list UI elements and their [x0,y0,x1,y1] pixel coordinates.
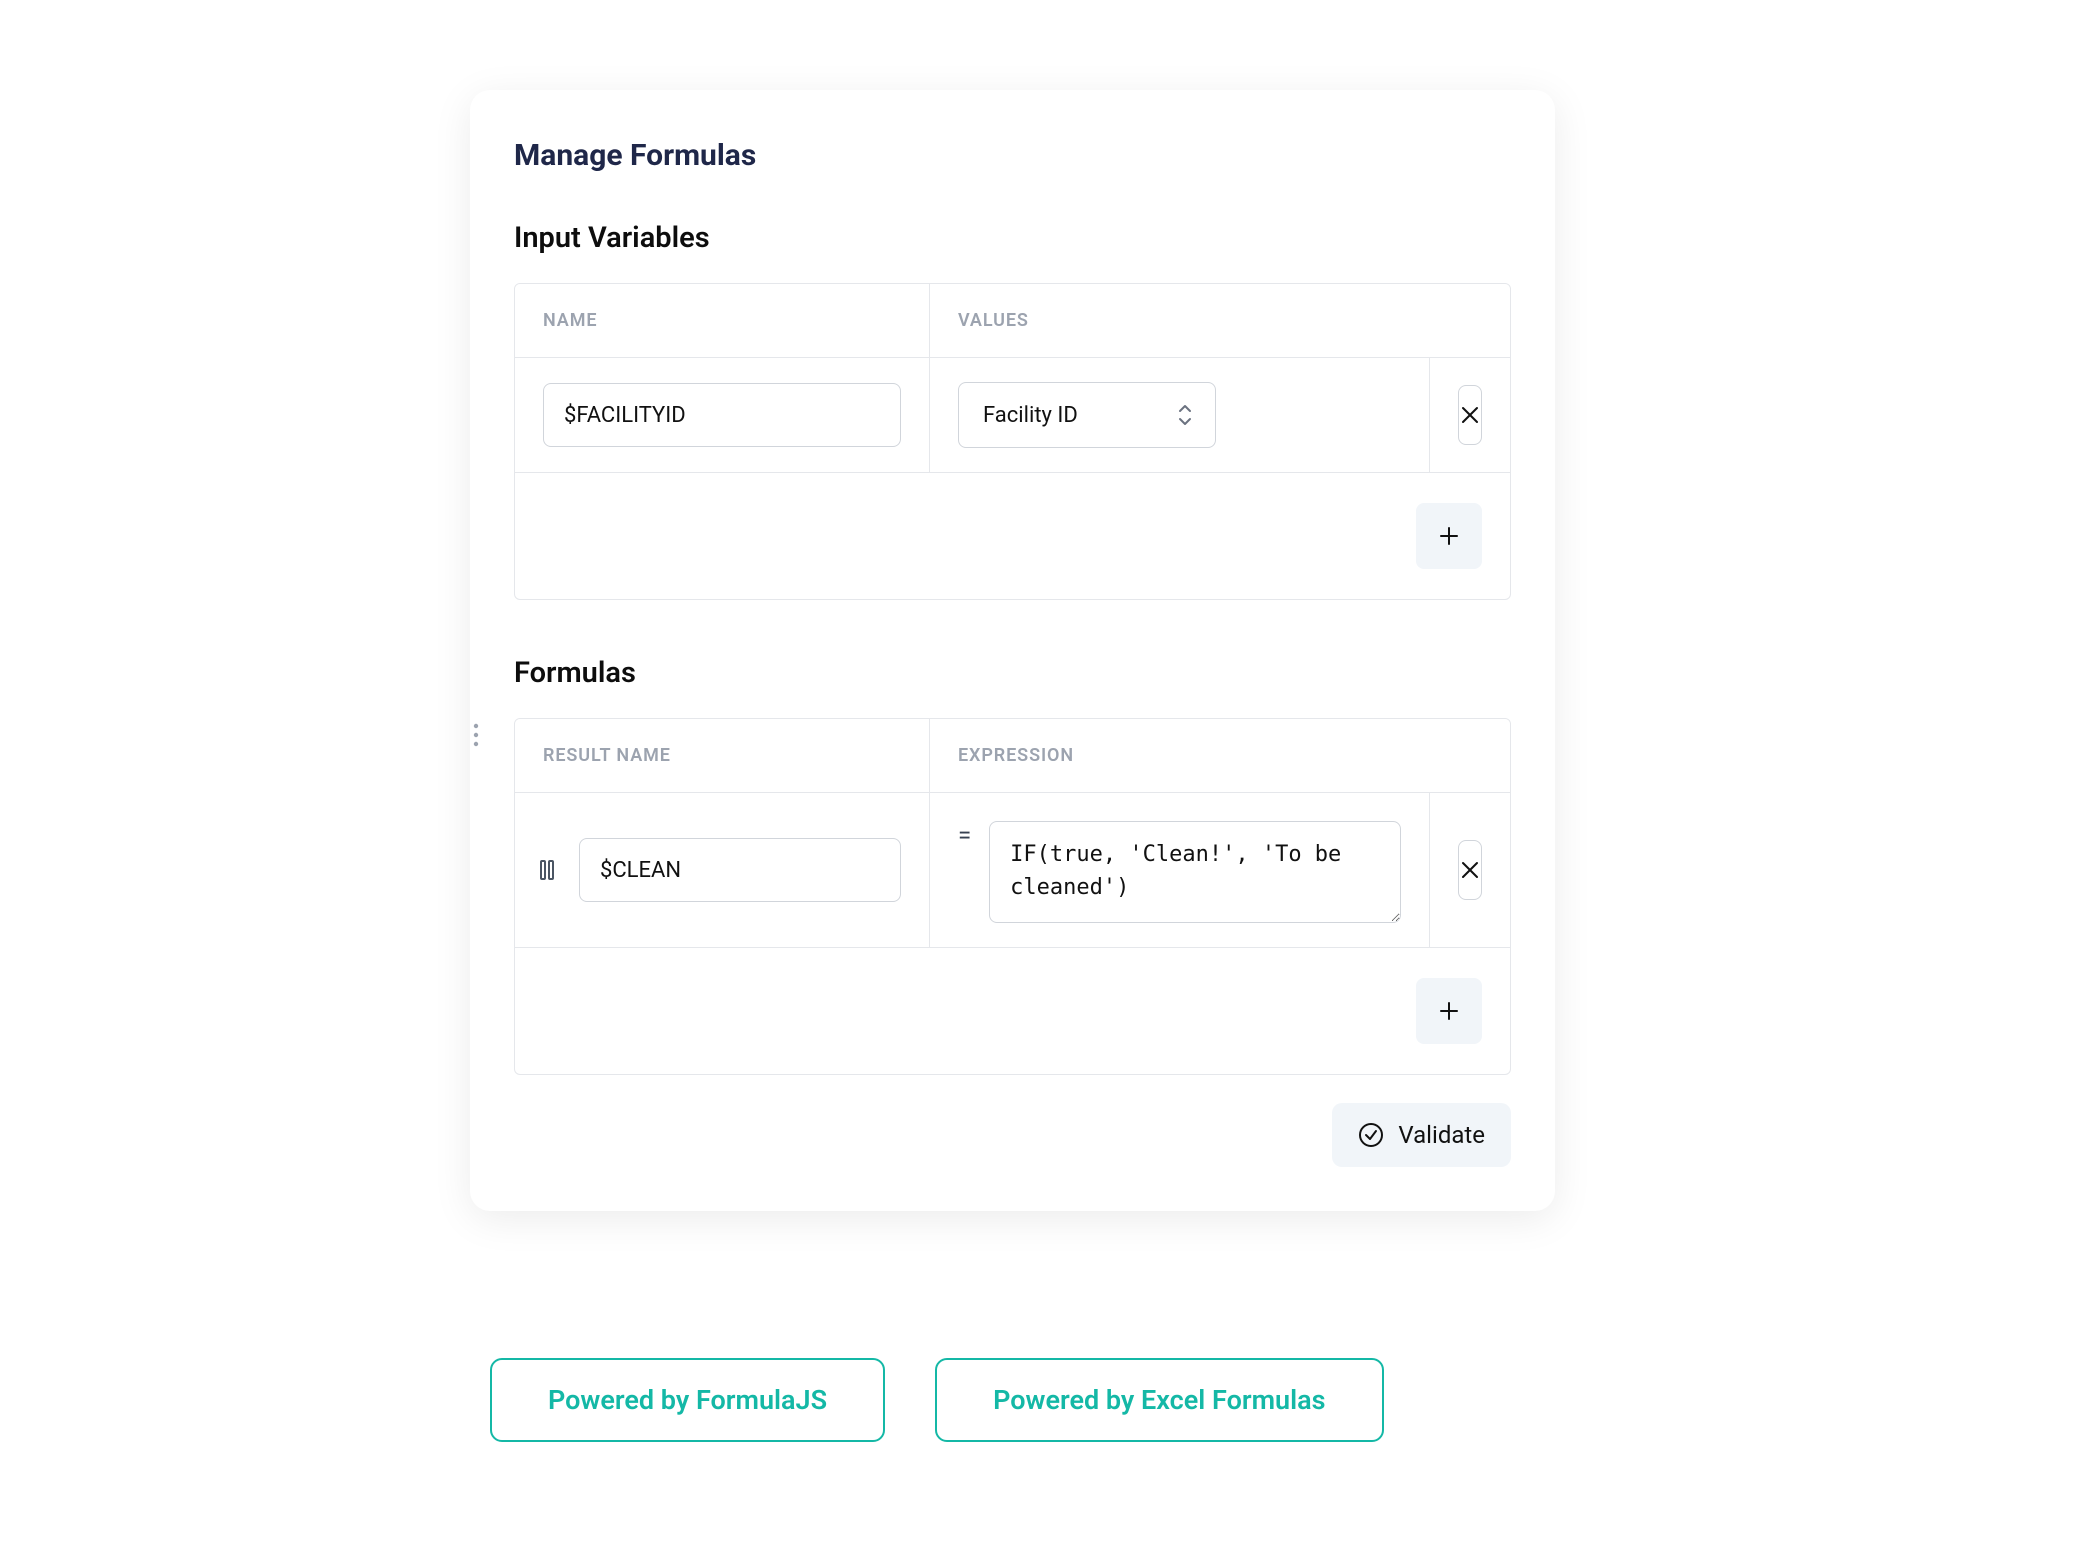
column-header-name: NAME [515,284,930,357]
table-footer-row [515,473,1510,599]
cell-row-actions [1430,358,1510,472]
cell-expression: = [930,793,1430,947]
validate-label: Validate [1398,1121,1485,1149]
card-drag-handle[interactable] [470,722,482,748]
plus-icon [1437,999,1461,1023]
section-input-variables-title: Input Variables [514,221,1511,255]
table-header-row: NAME VALUES [515,284,1510,358]
cell-variable-name [515,358,930,472]
column-header-result-name: RESULT NAME [515,719,930,792]
plus-icon [1437,524,1461,548]
value-select-display[interactable]: Facility ID [958,382,1216,448]
result-name-input[interactable] [579,838,901,902]
equals-sign: = [958,821,971,849]
variable-name-input[interactable] [543,383,901,447]
value-select[interactable]: Facility ID [958,382,1216,448]
vertical-dots-icon [470,722,482,748]
close-icon [1459,859,1481,881]
input-variables-table: NAME VALUES Facility ID [514,283,1511,600]
column-header-values: VALUES [930,284,1510,357]
footer-links: Powered by FormulaJS Powered by Excel Fo… [490,1358,1384,1442]
remove-row-button[interactable] [1458,385,1482,445]
card-title: Manage Formulas [514,138,1511,173]
drag-handle-icon [537,858,557,882]
drag-handle[interactable] [535,858,559,882]
remove-formula-button[interactable] [1458,840,1482,900]
formulas-table: RESULT NAME EXPRESSION = [514,718,1511,1075]
add-variable-button[interactable] [1416,503,1482,569]
expression-input[interactable] [989,821,1401,923]
cell-variable-value: Facility ID [930,358,1430,472]
close-icon [1459,404,1481,426]
cell-result-name [515,793,930,947]
section-formulas-title: Formulas [514,656,1511,690]
table-row: Facility ID [515,358,1510,473]
validate-button[interactable]: Validate [1332,1103,1511,1167]
check-circle-icon [1358,1122,1384,1148]
cell-row-actions [1430,793,1510,947]
formulajs-link[interactable]: Powered by FormulaJS [490,1358,885,1442]
add-formula-button[interactable] [1416,978,1482,1044]
table-footer-row [515,948,1510,1074]
column-header-expression: EXPRESSION [930,719,1510,792]
table-row: = [515,793,1510,948]
validate-row: Validate [514,1103,1511,1167]
excel-formulas-link[interactable]: Powered by Excel Formulas [935,1358,1383,1442]
manage-formulas-card: Manage Formulas Input Variables NAME VAL… [470,90,1555,1211]
table-header-row: RESULT NAME EXPRESSION [515,719,1510,793]
